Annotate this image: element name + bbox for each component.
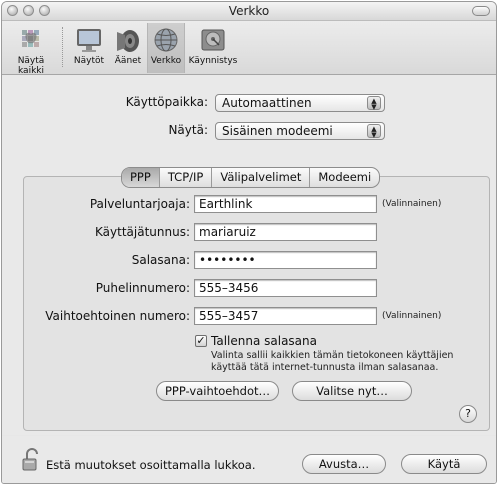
toolbar-separator xyxy=(62,27,64,67)
popup-arrows-icon: ▲ ▼ xyxy=(367,96,381,111)
toolbar-label-sound: Äänet xyxy=(114,56,142,66)
popup-arrows-icon: ▲ ▼ xyxy=(367,124,381,139)
window-title: Verkko xyxy=(228,4,270,18)
location-label: Käyttöpaikka: xyxy=(125,95,208,109)
account-field[interactable]: mariaruiz xyxy=(194,223,377,241)
bottom-bar: Estä muutokset osoittamalla lukkoa. Avus… xyxy=(2,436,496,483)
lock-text: Estä muutokset osoittamalla lukkoa. xyxy=(46,458,256,472)
show-popup[interactable]: Sisäinen modeemi ▲ ▼ xyxy=(215,122,385,140)
toolbar-label-displays: Näytöt xyxy=(73,56,105,66)
network-globe-icon xyxy=(151,26,181,54)
provider-label: Palveluntarjoaja: xyxy=(89,197,190,211)
show-label: Näytä: xyxy=(168,123,208,137)
assist-button[interactable]: Avusta… xyxy=(302,454,386,474)
toolbar-item-displays[interactable]: Näytöt xyxy=(69,23,109,73)
show-value: Sisäinen modeemi xyxy=(222,124,333,138)
save-password-checkbox[interactable]: ✓ xyxy=(195,335,207,347)
alt-phone-optional-note: (Valinnainen) xyxy=(382,311,442,321)
tab-proxies[interactable]: Välipalvelimet xyxy=(212,168,311,187)
toolbar-item-show-all[interactable]: Näytä kaikki xyxy=(4,23,58,76)
password-label: Salasana: xyxy=(131,253,190,267)
apple-icon xyxy=(16,26,46,54)
help-button[interactable]: ? xyxy=(459,405,477,423)
save-password-label[interactable]: Tallenna salasana xyxy=(211,334,317,348)
tab-modem[interactable]: Modeemi xyxy=(310,168,379,187)
tab-tcpip[interactable]: TCP/IP xyxy=(160,168,213,187)
save-password-description-2: käyttää tätä internet-tunnusta ilman sal… xyxy=(211,362,439,373)
provider-optional-note: (Valinnainen) xyxy=(382,199,442,209)
preferences-window: Verkko Näytä kaikki Näytöt Äänet Verkko … xyxy=(1,1,497,484)
location-popup[interactable]: Automaattinen ▲ ▼ xyxy=(215,94,385,112)
toolbar-toggle-button[interactable] xyxy=(472,6,490,16)
toolbar-item-network[interactable]: Verkko xyxy=(147,23,185,73)
phone-field[interactable]: 555–3456 xyxy=(194,279,377,297)
lock-icon[interactable] xyxy=(22,448,42,472)
tab-bar: PPP TCP/IP Välipalvelimet Modeemi xyxy=(121,167,381,188)
toolbar-item-startup-disk[interactable]: Käynnistys xyxy=(185,23,241,73)
startup-disk-icon xyxy=(198,26,228,54)
toolbar-label-show-all: Näytä kaikki xyxy=(17,56,45,76)
toolbar-item-sound[interactable]: Äänet xyxy=(110,23,146,73)
save-password-description-1: Valinta sallii kaikkien tämän tietokonee… xyxy=(211,350,454,361)
account-label: Käyttäjätunnus: xyxy=(95,225,190,239)
checkmark-icon: ✓ xyxy=(196,334,206,347)
title-bar: Verkko xyxy=(2,2,496,21)
phone-label: Puhelinnumero: xyxy=(95,281,190,295)
toolbar-label-startup-disk: Käynnistys xyxy=(188,56,238,66)
alt-phone-label: Vaihtoehtoinen numero: xyxy=(45,309,190,323)
speaker-icon xyxy=(113,26,143,54)
ppp-options-button[interactable]: PPP-vaihtoehdot… xyxy=(156,381,279,401)
alt-phone-field[interactable]: 555–3457 xyxy=(194,307,377,325)
password-field[interactable]: •••••••• xyxy=(194,251,377,269)
location-value: Automaattinen xyxy=(222,96,312,110)
toolbar-label-network: Verkko xyxy=(150,56,182,66)
tab-ppp[interactable]: PPP xyxy=(122,168,160,187)
network-pane: Käyttöpaikka: Automaattinen ▲ ▼ Näytä: Si… xyxy=(2,75,496,435)
apply-button[interactable]: Käytä xyxy=(401,454,487,474)
display-icon xyxy=(74,26,104,54)
provider-field[interactable]: Earthlink xyxy=(194,195,377,213)
toolbar: Näytä kaikki Näytöt Äänet Verkko Käynnis… xyxy=(2,21,496,76)
dial-now-button[interactable]: Valitse nyt… xyxy=(292,381,412,401)
